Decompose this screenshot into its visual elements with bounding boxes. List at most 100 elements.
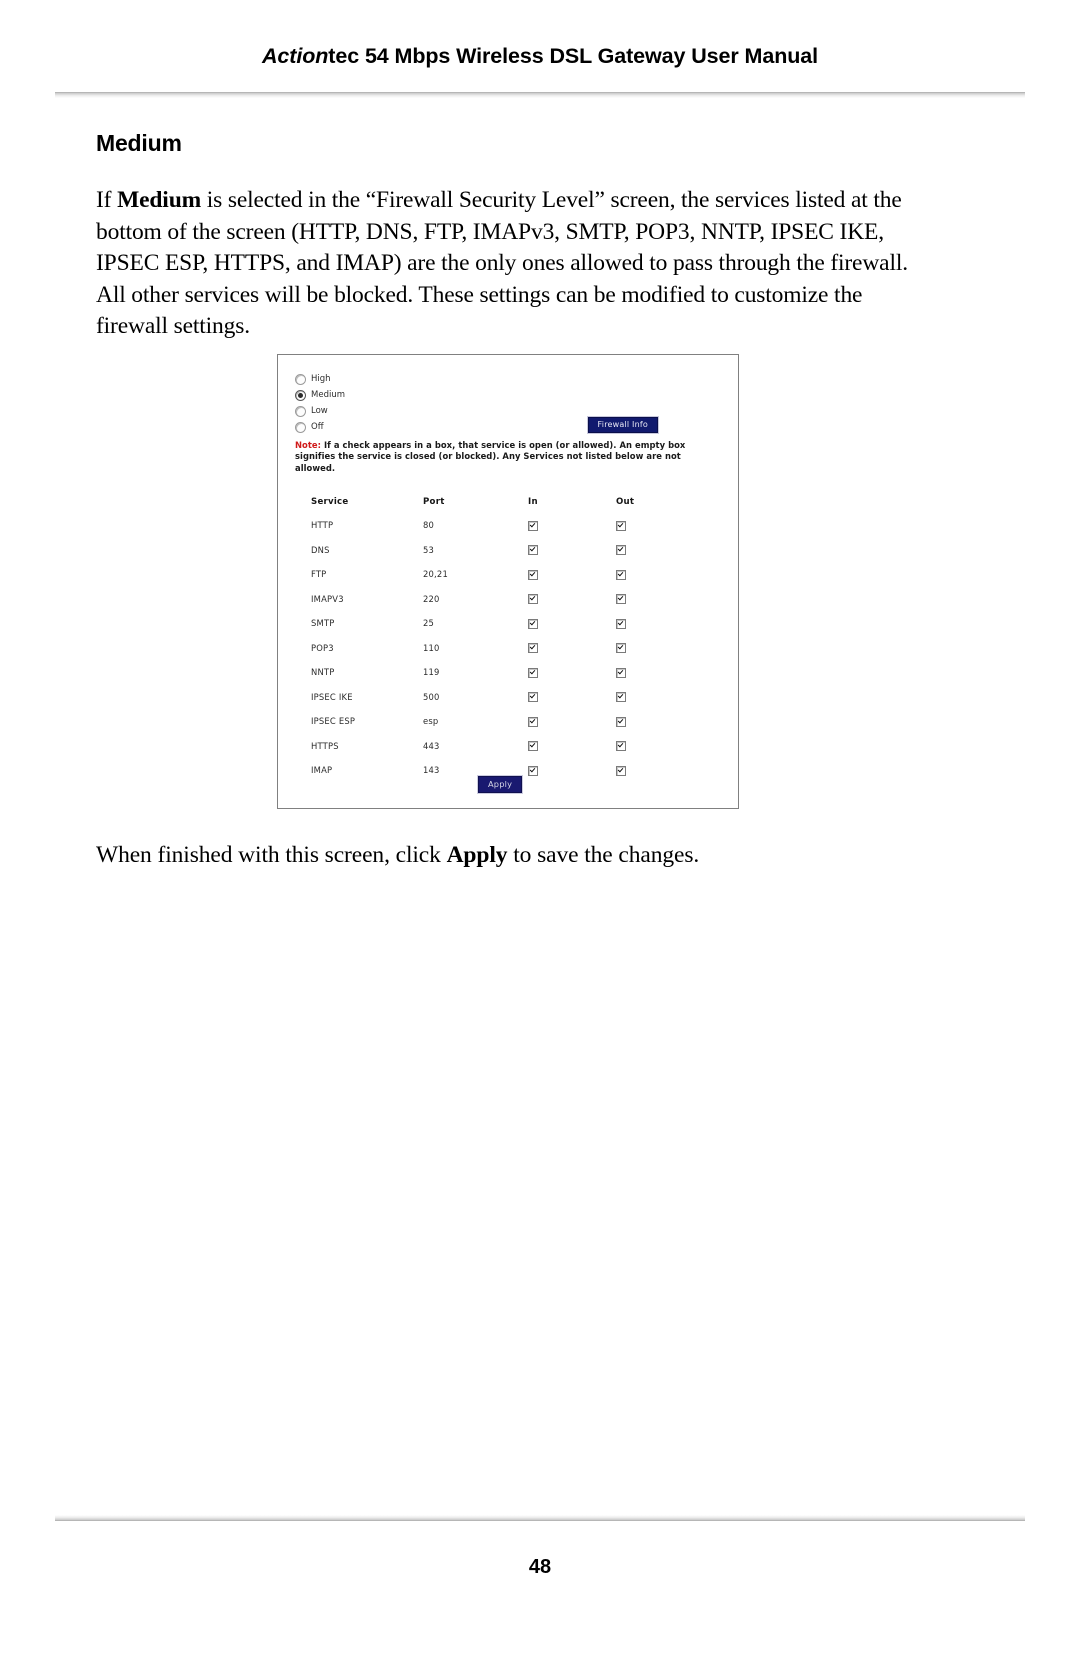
table-row: HTTPS 443 bbox=[311, 741, 701, 766]
checkbox-checked-icon[interactable] bbox=[616, 667, 626, 678]
running-header: Actiontec 54 Mbps Wireless DSL Gateway U… bbox=[0, 44, 1080, 69]
security-level-label-medium: Medium bbox=[311, 390, 345, 400]
service-name-cell: IMAPV3 bbox=[311, 593, 344, 604]
service-port-cell: 20,21 bbox=[423, 569, 448, 580]
service-in-checkbox-cell[interactable] bbox=[528, 716, 616, 741]
page-title: Medium bbox=[96, 130, 182, 156]
checkbox-checked-icon[interactable] bbox=[528, 569, 538, 580]
service-name-cell: HTTP bbox=[311, 520, 334, 531]
service-port-cell: 119 bbox=[423, 667, 440, 678]
note-body: If a check appears in a box, that servic… bbox=[295, 440, 686, 473]
service-out-checkbox-cell[interactable] bbox=[616, 765, 701, 790]
service-in-checkbox-cell[interactable] bbox=[528, 765, 616, 790]
service-in-checkbox-cell[interactable] bbox=[528, 618, 616, 643]
service-name-cell: SMTP bbox=[311, 618, 335, 629]
service-in-checkbox-cell[interactable] bbox=[528, 667, 616, 692]
radio-unchecked-icon[interactable] bbox=[295, 405, 306, 417]
checkbox-checked-icon[interactable] bbox=[616, 716, 626, 727]
checkbox-checked-icon[interactable] bbox=[616, 520, 626, 531]
checkbox-checked-icon[interactable] bbox=[528, 716, 538, 727]
brand-name: Action bbox=[262, 44, 329, 68]
checkbox-checked-icon[interactable] bbox=[528, 741, 538, 751]
service-name-cell: NNTP bbox=[311, 667, 335, 678]
table-row: POP3 110 bbox=[311, 643, 701, 668]
intro-lead: If bbox=[96, 187, 118, 213]
checkbox-checked-icon[interactable] bbox=[528, 643, 538, 653]
footer-divider bbox=[55, 1515, 1025, 1521]
table-row: SMTP 25 bbox=[311, 618, 701, 643]
service-out-checkbox-cell[interactable] bbox=[616, 520, 701, 545]
service-in-checkbox-cell[interactable] bbox=[528, 692, 616, 717]
table-row: FTP 20,21 bbox=[311, 569, 701, 594]
firewall-info-button[interactable]: Firewall Info bbox=[587, 417, 658, 433]
radio-checked-icon[interactable] bbox=[295, 389, 306, 401]
service-in-checkbox-cell[interactable] bbox=[528, 741, 616, 766]
table-row: IPSEC ESP esp bbox=[311, 716, 701, 741]
radio-unchecked-icon[interactable] bbox=[295, 421, 306, 433]
checkbox-checked-icon[interactable] bbox=[616, 545, 626, 555]
service-in-checkbox-cell[interactable] bbox=[528, 545, 616, 570]
intro-paragraph: If Medium is selected in the “Firewall S… bbox=[96, 185, 926, 343]
checkbox-checked-icon[interactable] bbox=[616, 692, 626, 702]
checkbox-checked-icon[interactable] bbox=[616, 569, 626, 580]
service-out-checkbox-cell[interactable] bbox=[616, 716, 701, 741]
checkbox-checked-icon[interactable] bbox=[528, 545, 538, 555]
note-text: Note: If a check appears in a box, that … bbox=[295, 440, 723, 474]
service-out-checkbox-cell[interactable] bbox=[616, 643, 701, 668]
service-in-checkbox-cell[interactable] bbox=[528, 569, 616, 594]
checkbox-checked-icon[interactable] bbox=[616, 643, 626, 653]
checkbox-checked-icon[interactable] bbox=[616, 594, 626, 604]
service-name-cell: HTTPS bbox=[311, 740, 339, 751]
service-in-checkbox-cell[interactable] bbox=[528, 594, 616, 619]
column-header-port: Port bbox=[423, 497, 445, 507]
checkbox-checked-icon[interactable] bbox=[528, 667, 538, 678]
service-out-checkbox-cell[interactable] bbox=[616, 569, 701, 594]
security-level-radio-group[interactable]: High Medium Low Off bbox=[295, 371, 345, 435]
checkbox-checked-icon[interactable] bbox=[528, 692, 538, 702]
service-port-cell: 25 bbox=[423, 618, 435, 629]
page-number: 48 bbox=[528, 1556, 552, 1578]
intro-bold-term: Medium bbox=[117, 187, 202, 213]
checkbox-checked-icon[interactable] bbox=[528, 618, 538, 629]
service-in-checkbox-cell[interactable] bbox=[528, 520, 616, 545]
service-out-checkbox-cell[interactable] bbox=[616, 741, 701, 766]
security-level-option-high[interactable]: High bbox=[295, 371, 345, 387]
table-row: DNS 53 bbox=[311, 545, 701, 570]
header-divider bbox=[55, 92, 1025, 98]
checkbox-checked-icon[interactable] bbox=[616, 618, 626, 629]
service-name-cell: IPSEC ESP bbox=[311, 716, 356, 727]
service-name-cell: DNS bbox=[311, 544, 330, 555]
table-header-row: Service Port In Out bbox=[311, 497, 701, 520]
services-table-body: HTTP 80 DNS 53 FTP 20,21 IMAPV3 220 SMTP 25 POP3 11… bbox=[311, 520, 701, 790]
services-table: Service Port In Out HTTP 80 DNS 53 FTP 20,21 I… bbox=[311, 497, 701, 790]
service-out-checkbox-cell[interactable] bbox=[616, 594, 701, 619]
closing-lead: When finished with this screen, click bbox=[96, 842, 447, 868]
checkbox-checked-icon[interactable] bbox=[616, 741, 626, 751]
security-level-option-low[interactable]: Low bbox=[295, 403, 345, 419]
checkbox-checked-icon[interactable] bbox=[616, 765, 626, 776]
checkbox-checked-icon[interactable] bbox=[528, 594, 538, 604]
service-out-checkbox-cell[interactable] bbox=[616, 692, 701, 717]
service-out-checkbox-cell[interactable] bbox=[616, 667, 701, 692]
security-level-label-off: Off bbox=[311, 422, 324, 432]
note-label: Note: bbox=[295, 440, 322, 450]
checkbox-checked-icon[interactable] bbox=[528, 520, 538, 531]
service-out-checkbox-cell[interactable] bbox=[616, 618, 701, 643]
table-row: HTTP 80 bbox=[311, 520, 701, 545]
service-port-cell: 443 bbox=[423, 740, 440, 751]
security-level-option-off[interactable]: Off bbox=[295, 419, 345, 435]
service-port-cell: 500 bbox=[423, 691, 440, 702]
service-name-cell: FTP bbox=[311, 569, 327, 580]
checkbox-checked-icon[interactable] bbox=[528, 765, 538, 776]
service-port-cell: 110 bbox=[423, 642, 440, 653]
service-in-checkbox-cell[interactable] bbox=[528, 643, 616, 668]
column-header-in: In bbox=[528, 497, 538, 507]
table-row: IMAPV3 220 bbox=[311, 594, 701, 619]
table-row: NNTP 119 bbox=[311, 667, 701, 692]
security-level-option-medium[interactable]: Medium bbox=[295, 387, 345, 403]
apply-button[interactable]: Apply bbox=[478, 776, 523, 793]
radio-unchecked-icon[interactable] bbox=[295, 373, 306, 385]
service-out-checkbox-cell[interactable] bbox=[616, 545, 701, 570]
service-name-cell: IMAP bbox=[311, 765, 333, 776]
service-port-cell: esp bbox=[423, 716, 439, 727]
